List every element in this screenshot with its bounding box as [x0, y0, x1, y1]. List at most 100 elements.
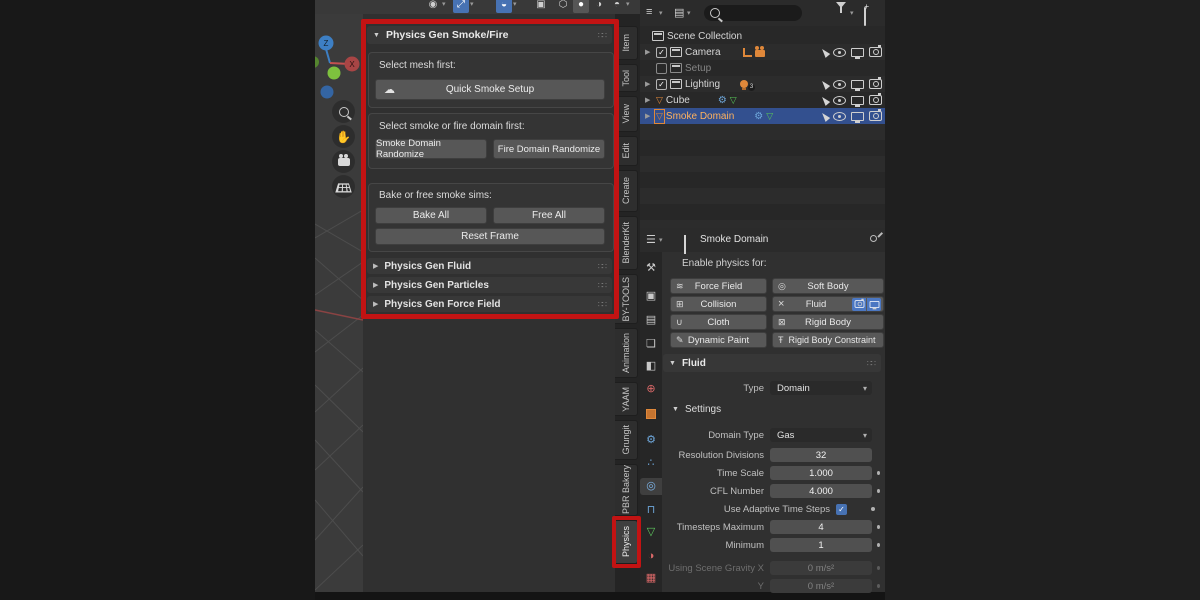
viewport-disable-icon[interactable]	[851, 80, 864, 89]
tab-grungit[interactable]: Grungit	[615, 420, 638, 460]
shading-solid-button[interactable]: ●	[573, 0, 589, 13]
panel-header-physics-gen-particles[interactable]: ▶ Physics Gen Particles ∷∷	[367, 277, 612, 293]
render-disable-icon[interactable]	[869, 79, 882, 89]
outliner-row-cube[interactable]: ▶ ▽ Cube ⚙ ▽	[640, 92, 885, 108]
reset-frame-button[interactable]: Reset Frame	[375, 228, 605, 245]
gizmo-z-neg-ball[interactable]	[321, 86, 334, 99]
hide-eye-icon[interactable]	[833, 48, 846, 57]
chevron-down-icon[interactable]: ▾	[850, 9, 854, 17]
navigation-gizmo[interactable]: Z X	[315, 34, 360, 106]
expand-arrow-icon[interactable]: ▶	[645, 80, 653, 88]
checkbox-checked[interactable]: ✓	[656, 79, 667, 90]
tab-scene-properties[interactable]: ◧	[641, 358, 661, 375]
bake-all-button[interactable]: Bake All	[375, 207, 487, 224]
properties-editor-type-button[interactable]: ☰	[646, 233, 656, 246]
render-disable-icon[interactable]	[869, 111, 882, 121]
render-disable-icon[interactable]	[869, 95, 882, 105]
animate-dot[interactable]	[877, 525, 880, 529]
checkbox-unchecked[interactable]	[656, 63, 667, 74]
tab-object-data-properties[interactable]: ▽	[641, 524, 661, 541]
collapse-arrow-icon[interactable]: ▶	[373, 262, 378, 270]
gizmos-dropdown[interactable]: ⤢	[453, 0, 469, 13]
collapse-arrow-icon[interactable]: ▶	[373, 281, 378, 289]
selectable-icon[interactable]	[820, 95, 830, 106]
render-disable-icon[interactable]	[869, 47, 882, 57]
hide-eye-icon[interactable]	[833, 80, 846, 89]
tab-create[interactable]: Create	[615, 170, 638, 212]
hide-eye-icon[interactable]	[833, 112, 846, 121]
remove-x-icon[interactable]: ×	[778, 298, 784, 310]
viewport-3d[interactable]: Z X ✋	[315, 0, 363, 592]
chevron-down-icon[interactable]: ▾	[442, 0, 446, 12]
panel-grip-icon[interactable]: ∷∷	[598, 281, 606, 290]
panel-header-physics-gen-force-field[interactable]: ▶ Physics Gen Force Field ∷∷	[367, 296, 612, 312]
expand-arrow-icon[interactable]: ▶	[645, 96, 653, 104]
tab-by-tools[interactable]: BY-TOOLS	[615, 274, 638, 324]
viewport-disable-icon[interactable]	[851, 112, 864, 121]
outliner-row-lighting[interactable]: ▶ ✓ Lighting 3	[640, 76, 885, 92]
collapse-arrow-icon[interactable]: ▼	[669, 360, 676, 367]
viewport-disable-icon[interactable]	[851, 96, 864, 105]
tab-physics[interactable]: Physics	[615, 520, 638, 564]
adaptive-time-steps-checkbox[interactable]: ✓	[836, 504, 847, 515]
viewport-ortho-toggle-button[interactable]	[332, 175, 355, 198]
dynamic-paint-button[interactable]: ✎Dynamic Paint	[670, 332, 767, 348]
shading-rendered-button[interactable]: ◓	[609, 0, 625, 13]
tab-constraints-properties[interactable]: ⊓	[641, 502, 661, 519]
panel-grip-icon[interactable]: ∷∷	[598, 262, 606, 271]
tab-output-properties[interactable]: ▤	[641, 312, 661, 329]
viewport-camera-view-button[interactable]	[332, 150, 355, 173]
visibility-dropdown[interactable]: ◉	[425, 0, 441, 13]
fluid-type-dropdown[interactable]: Domain	[770, 381, 872, 395]
tab-object-properties[interactable]	[641, 408, 661, 425]
outliner-row-scene-collection[interactable]: Scene Collection	[640, 28, 885, 44]
shading-material-button[interactable]: ◑	[591, 0, 607, 13]
gravity-y-field[interactable]: 0 m/s²	[770, 579, 872, 593]
tab-world-properties[interactable]: ⊕	[641, 381, 661, 398]
viewport-pan-button[interactable]: ✋	[332, 125, 355, 148]
filter-button[interactable]	[836, 8, 846, 26]
fluid-render-toggle[interactable]	[852, 298, 866, 311]
expand-arrow-icon[interactable]: ▶	[645, 112, 653, 120]
selectable-icon[interactable]	[820, 79, 830, 90]
collision-button[interactable]: ⊞Collision	[670, 296, 767, 312]
outliner-row-setup[interactable]: Setup	[640, 60, 885, 76]
animate-dot[interactable]	[877, 584, 880, 588]
animate-dot[interactable]	[871, 507, 875, 511]
tab-view-layer-properties[interactable]: ❏	[641, 336, 661, 353]
timesteps-maximum-field[interactable]: 4	[770, 520, 872, 534]
selectable-icon[interactable]	[820, 111, 830, 122]
tab-material-properties[interactable]: ◑	[641, 548, 661, 565]
viewport-disable-icon[interactable]	[851, 48, 864, 57]
panel-grip-icon[interactable]: ∷∷	[598, 300, 606, 309]
rigid-body-button[interactable]: ⊠Rigid Body	[772, 314, 884, 330]
settings-subpanel-header[interactable]: ▼ Settings	[672, 404, 721, 415]
chevron-down-icon[interactable]: ▾	[687, 9, 691, 17]
soft-body-button[interactable]: ◎Soft Body	[772, 278, 884, 294]
chevron-down-icon[interactable]: ▾	[659, 236, 663, 244]
gizmo-y-neg-ball[interactable]	[315, 56, 319, 68]
collapse-arrow-icon[interactable]: ▼	[672, 406, 679, 413]
tab-render-properties[interactable]: ▣	[641, 288, 661, 305]
display-mode-button[interactable]: ▤	[674, 6, 684, 19]
tab-texture-properties[interactable]: ▦	[641, 570, 661, 587]
cloth-button[interactable]: ∪Cloth	[670, 314, 767, 330]
tab-blenderkit[interactable]: BlenderKit	[615, 216, 638, 270]
tab-tool-properties[interactable]: ⚒	[641, 260, 661, 277]
time-scale-field[interactable]: 1.000	[770, 466, 872, 480]
resolution-divisions-field[interactable]: 32	[770, 448, 872, 462]
tab-tool[interactable]: Tool	[615, 64, 638, 92]
quick-smoke-setup-button[interactable]: ☁ Quick Smoke Setup	[375, 79, 605, 100]
tab-animation[interactable]: Animation	[615, 328, 638, 378]
rigid-body-constraint-button[interactable]: ŦRigid Body Constraint	[772, 332, 884, 348]
outliner-row-smoke-domain[interactable]: ▶ ▽ Smoke Domain ⚙ ▽	[640, 108, 885, 124]
fluid-panel-header[interactable]: ▼ Fluid ∷∷	[663, 354, 881, 372]
animate-dot[interactable]	[877, 543, 880, 547]
collapse-arrow-icon[interactable]: ▼	[373, 32, 380, 39]
hide-eye-icon[interactable]	[833, 96, 846, 105]
outliner-editor-type-button[interactable]: ≡	[646, 6, 652, 18]
tab-modifier-properties[interactable]: ⚙	[641, 432, 661, 449]
shading-wireframe-button[interactable]: ⬡	[555, 0, 571, 13]
fire-domain-randomize-button[interactable]: Fire Domain Randomize	[493, 139, 605, 159]
tab-pbr-bakery[interactable]: PBR Bakery	[615, 464, 638, 516]
